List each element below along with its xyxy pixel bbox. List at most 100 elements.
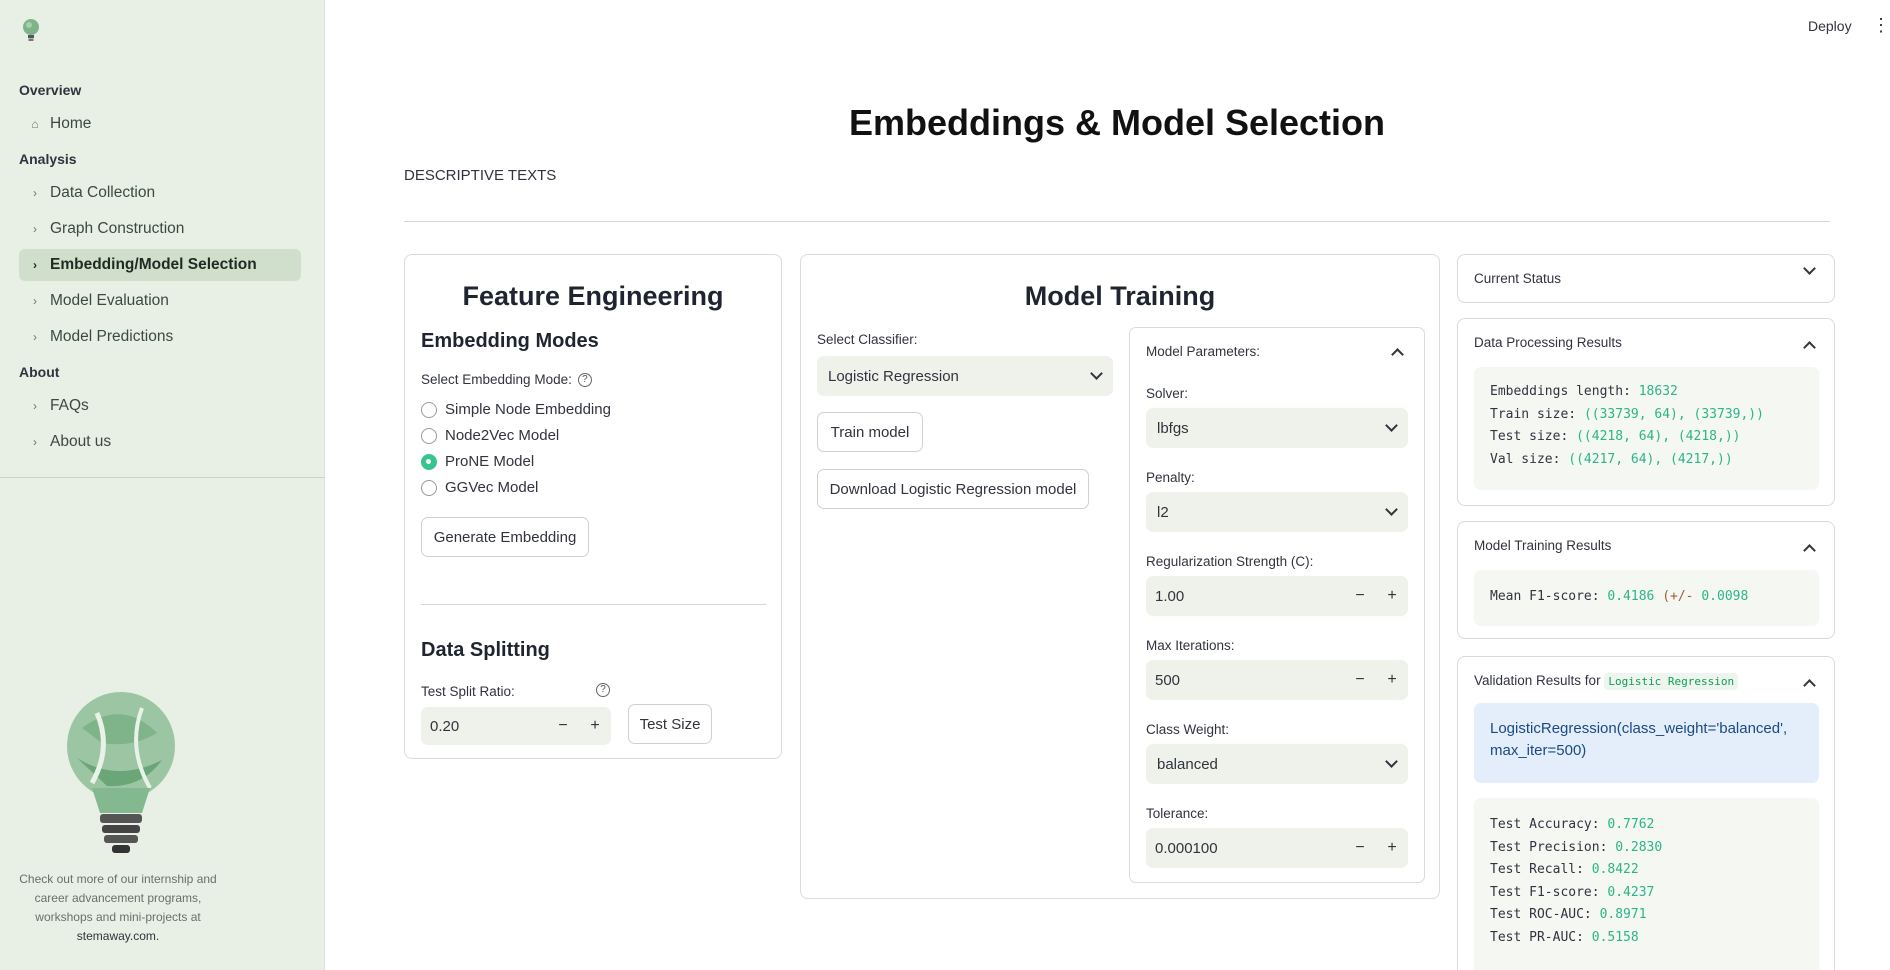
generate-embedding-button[interactable]: Generate Embedding bbox=[421, 517, 589, 557]
data-processing-expander: Data Processing Results Embeddings lengt… bbox=[1457, 318, 1835, 506]
sidebar-item-label: About us bbox=[50, 433, 112, 450]
plus-icon[interactable]: + bbox=[1376, 587, 1408, 605]
max-iterations-stepper[interactable]: 500 − + bbox=[1146, 660, 1408, 700]
minus-icon[interactable]: − bbox=[547, 717, 579, 735]
radio-label: Node2Vec Model bbox=[445, 427, 560, 444]
radio-circle[interactable] bbox=[421, 401, 437, 418]
classifier-value: Logistic Regression bbox=[828, 367, 959, 385]
code-key: Mean F1-score bbox=[1490, 589, 1592, 604]
solver-select[interactable]: lbfgs bbox=[1146, 408, 1408, 448]
model-repr-info-box: LogisticRegression(class_weight='balance… bbox=[1474, 703, 1819, 783]
sidebar-item-home[interactable]: ⌂ Home bbox=[19, 108, 301, 140]
stemaway-link[interactable]: stemaway.com. bbox=[77, 929, 159, 943]
chevron-up-icon[interactable] bbox=[1803, 341, 1816, 354]
code-key: Test size bbox=[1490, 429, 1561, 444]
sidebar-item-label: Model Predictions bbox=[50, 328, 174, 345]
plus-icon[interactable]: + bbox=[1376, 839, 1408, 857]
page-title: Embeddings & Model Selection bbox=[848, 102, 1386, 143]
minus-icon[interactable]: − bbox=[1344, 671, 1376, 689]
regularization-stepper[interactable]: 1.00 − + bbox=[1146, 576, 1408, 616]
kebab-menu-icon[interactable]: ⋮ bbox=[1872, 16, 1890, 34]
deploy-button[interactable]: Deploy bbox=[1808, 18, 1852, 34]
radio-circle-selected[interactable] bbox=[421, 453, 437, 470]
code-value: 0.5158 bbox=[1591, 929, 1639, 945]
chevron-down-icon bbox=[1385, 503, 1398, 516]
sidebar-item-label: Home bbox=[50, 115, 92, 132]
sidebar-item-about-us[interactable]: › About us bbox=[19, 426, 301, 458]
code-key: Test Recall bbox=[1490, 862, 1577, 877]
chevron-right-icon: › bbox=[33, 258, 37, 272]
minus-icon[interactable]: − bbox=[1344, 839, 1376, 857]
page-divider bbox=[404, 221, 1830, 222]
plus-icon[interactable]: + bbox=[1376, 671, 1408, 689]
solver-label: Solver: bbox=[1146, 386, 1189, 401]
tolerance-value[interactable]: 0.000100 bbox=[1146, 840, 1344, 857]
download-model-button[interactable]: Download Logistic Regression model bbox=[817, 469, 1089, 509]
current-status-expander[interactable]: Current Status bbox=[1457, 254, 1835, 303]
radio-prone-model[interactable]: ProNE Model bbox=[421, 453, 534, 470]
chevron-up-icon[interactable] bbox=[1391, 348, 1404, 361]
chevron-right-icon: › bbox=[33, 186, 37, 200]
chevron-up-icon[interactable] bbox=[1803, 544, 1816, 557]
radio-ggvec-model[interactable]: GGVec Model bbox=[421, 479, 538, 496]
chevron-down-icon[interactable] bbox=[1803, 262, 1816, 275]
penalty-select[interactable]: l2 bbox=[1146, 492, 1408, 532]
train-model-button[interactable]: Train model bbox=[817, 412, 923, 452]
sidebar-item-label: Graph Construction bbox=[50, 220, 185, 237]
model-parameters-heading: Model Parameters: bbox=[1146, 344, 1261, 359]
sidebar-item-faqs[interactable]: › FAQs bbox=[19, 390, 301, 422]
test-size-button[interactable]: Test Size bbox=[628, 704, 712, 744]
code-key: Test ROC-AUC bbox=[1490, 907, 1584, 922]
validation-results-expander: Validation Results for Logistic Regressi… bbox=[1457, 656, 1835, 970]
code-value: 0.7762 bbox=[1607, 817, 1655, 832]
minus-icon[interactable]: − bbox=[1344, 587, 1376, 605]
radio-node2vec-model[interactable]: Node2Vec Model bbox=[421, 427, 559, 444]
page-description: DESCRIPTIVE TEXTS bbox=[404, 167, 557, 184]
sidebar-item-model-predictions[interactable]: › Model Predictions bbox=[19, 321, 301, 353]
sidebar-item-label: Data Collection bbox=[50, 184, 156, 201]
plus-icon[interactable]: + bbox=[579, 717, 611, 735]
help-icon[interactable]: ? bbox=[596, 683, 610, 697]
code-value: 0.8971 bbox=[1599, 907, 1647, 922]
regularization-value[interactable]: 1.00 bbox=[1146, 588, 1344, 605]
tolerance-stepper[interactable]: 0.000100 − + bbox=[1146, 828, 1408, 868]
lightbulb-logo-icon[interactable] bbox=[20, 18, 42, 44]
class-weight-value: balanced bbox=[1157, 755, 1218, 773]
radio-label: Simple Node Embedding bbox=[445, 401, 611, 418]
test-split-value[interactable]: 0.20 bbox=[421, 718, 547, 735]
radio-circle[interactable] bbox=[421, 479, 437, 496]
classifier-select[interactable]: Logistic Regression bbox=[817, 356, 1113, 396]
code-value: 0.8422 bbox=[1591, 862, 1639, 877]
chevron-up-icon[interactable] bbox=[1803, 679, 1816, 692]
tolerance-label: Tolerance: bbox=[1146, 806, 1209, 821]
sidebar-item-graph-construction[interactable]: › Graph Construction bbox=[19, 213, 301, 245]
code-value: ((4218, 64), (4218,)) bbox=[1576, 429, 1741, 444]
chevron-right-icon: › bbox=[33, 222, 37, 236]
code-value: 0.4237 bbox=[1607, 884, 1655, 900]
embedding-mode-label: Select Embedding Mode:? bbox=[421, 372, 592, 388]
radio-circle[interactable] bbox=[421, 427, 437, 444]
test-split-stepper[interactable]: 0.20 − + bbox=[421, 707, 611, 745]
embedding-mode-label-text: Select Embedding Mode: bbox=[421, 372, 572, 387]
code-key: Test Accuracy bbox=[1490, 817, 1592, 832]
classifier-label: Select Classifier: bbox=[817, 332, 918, 347]
sidebar-item-model-evaluation[interactable]: › Model Evaluation bbox=[19, 285, 301, 317]
model-training-results-expander: Model Training Results Mean F1-score: 0.… bbox=[1457, 521, 1835, 639]
validation-title-prefix: Validation Results for bbox=[1474, 673, 1601, 688]
model-training-code-block: Mean F1-score: 0.4186 (+/- 0.0098 bbox=[1474, 570, 1819, 626]
validation-results-title: Validation Results for Logistic Regressi… bbox=[1474, 673, 1739, 690]
solver-value: lbfgs bbox=[1157, 419, 1189, 437]
max-iterations-value[interactable]: 500 bbox=[1146, 672, 1344, 689]
code-key: Train size bbox=[1490, 406, 1569, 422]
sidebar-promo-note: Check out more of our internship and car… bbox=[14, 870, 222, 946]
sidebar-section-about: About bbox=[19, 364, 60, 380]
sidebar-item-data-collection[interactable]: › Data Collection bbox=[19, 177, 301, 209]
code-key: Test Precision bbox=[1490, 839, 1600, 855]
chevron-right-icon: › bbox=[33, 330, 37, 344]
class-weight-select[interactable]: balanced bbox=[1146, 744, 1408, 784]
sidebar-item-embedding-model-selection[interactable]: › Embedding/Model Selection bbox=[19, 249, 301, 281]
model-training-card: Model Training Select Classifier: Logist… bbox=[800, 254, 1440, 899]
code-value: ((4217, 64), (4217,)) bbox=[1568, 451, 1733, 467]
radio-simple-node-embedding[interactable]: Simple Node Embedding bbox=[421, 401, 611, 418]
help-icon[interactable]: ? bbox=[577, 373, 592, 388]
